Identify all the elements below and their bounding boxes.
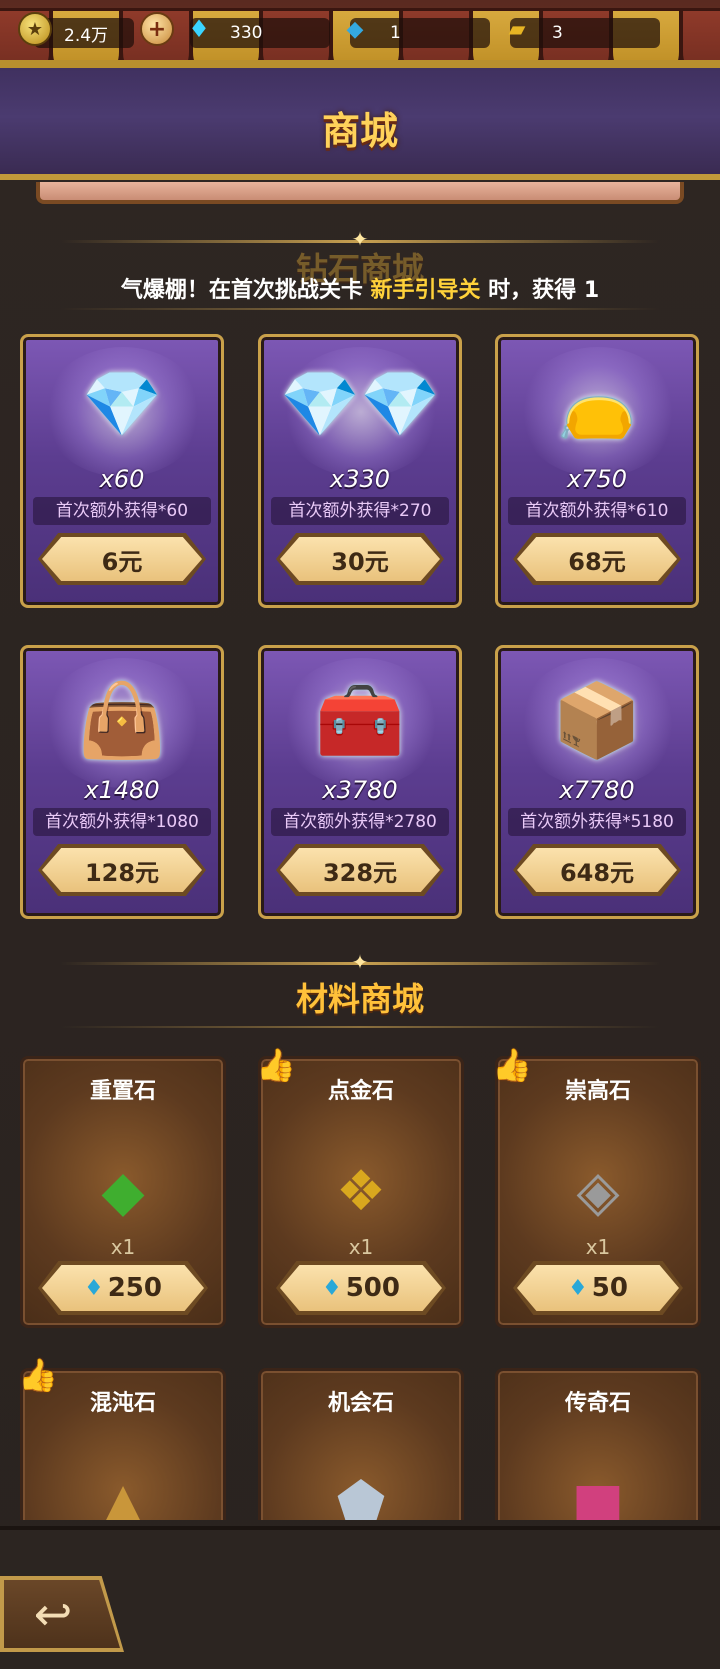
material-quantity: x1 bbox=[585, 1235, 611, 1259]
price-label: 128元 bbox=[42, 848, 202, 892]
material-quantity: x1 bbox=[110, 1235, 136, 1259]
material-card[interactable]: 机会石 ⬟ bbox=[258, 1368, 464, 1520]
material-card[interactable]: 崇高石 ◈ x1 ♦ 50 bbox=[495, 1056, 701, 1328]
material-quantity: x1 bbox=[348, 1235, 374, 1259]
buy-button[interactable]: 648元 bbox=[513, 844, 681, 896]
first-bonus-label: 首次额外获得*2780 bbox=[271, 808, 449, 836]
diamond-sack-icon: 👝 bbox=[557, 368, 637, 442]
scroll-area[interactable]: 2.4万 ★ + 330 ♦ 1 ◆ 3 ▰ 商城 ✦ 钻石商城 气爆棚！在首次… bbox=[0, 0, 720, 1520]
material-name: 传奇石 bbox=[564, 1391, 631, 1416]
thumbs-up-icon: 👍 bbox=[18, 1356, 58, 1394]
price-label: 68元 bbox=[517, 537, 677, 581]
exalted-stone-icon: ◈ bbox=[576, 1158, 620, 1224]
price-label: 30元 bbox=[280, 537, 440, 581]
material-name: 机会石 bbox=[327, 1391, 394, 1416]
pack-quantity: x750 bbox=[566, 465, 627, 493]
buy-button[interactable]: 30元 bbox=[276, 533, 444, 585]
material-card[interactable]: 重置石 ◆ x1 ♦ 250 bbox=[20, 1056, 226, 1328]
material-name: 重置石 bbox=[89, 1079, 156, 1104]
diamond-pack-card[interactable]: 🧰 x3780 首次额外获得*2780 328元 bbox=[258, 645, 462, 919]
section-divider bbox=[60, 1026, 660, 1028]
diamond-pack-card[interactable]: 👜 x1480 首次额外获得*1080 128元 bbox=[20, 645, 224, 919]
sparkle-icon: ✦ bbox=[351, 950, 369, 974]
thumbs-up-icon: 👍 bbox=[256, 1046, 296, 1084]
material-card[interactable]: 点金石 ❖ x1 ♦ 500 bbox=[258, 1056, 464, 1328]
fish-value: 1 bbox=[390, 23, 401, 43]
diamond-icon: 💎 bbox=[82, 368, 162, 442]
buy-button[interactable]: ♦ 500 bbox=[276, 1261, 446, 1315]
back-arrow-icon: ↩ bbox=[33, 1587, 73, 1641]
diamond-icon: ♦ bbox=[568, 1275, 588, 1301]
first-bonus-label: 首次额外获得*60 bbox=[33, 497, 211, 525]
reset-stone-icon: ◆ bbox=[101, 1158, 145, 1224]
diamond-chest-icon: 📦 bbox=[552, 678, 642, 762]
buy-button[interactable]: 328元 bbox=[276, 844, 444, 896]
buy-button[interactable]: ♦ 250 bbox=[38, 1261, 208, 1315]
ticket-icon: ▰ bbox=[508, 16, 526, 42]
coin-icon: ★ bbox=[18, 12, 52, 46]
first-bonus-label: 首次额外获得*610 bbox=[508, 497, 686, 525]
thumbs-up-icon: 👍 bbox=[492, 1046, 532, 1084]
buy-button[interactable]: ♦ 50 bbox=[513, 1261, 683, 1315]
page-title: 商城 bbox=[321, 109, 398, 153]
diamond-icon: ♦ bbox=[188, 15, 210, 43]
chaos-stone-icon: ▲ bbox=[101, 1470, 145, 1521]
pack-quantity: x7780 bbox=[559, 776, 635, 804]
title-underbar bbox=[36, 182, 684, 204]
gold-value: 2.4万 bbox=[64, 25, 109, 46]
marquee-suffix: 时，获得 1 bbox=[480, 278, 600, 303]
pack-quantity: x1480 bbox=[84, 776, 160, 804]
pack-quantity: x3780 bbox=[322, 776, 398, 804]
first-bonus-label: 首次额外获得*5180 bbox=[508, 808, 686, 836]
resource-bar: 2.4万 ★ + 330 ♦ 1 ◆ 3 ▰ bbox=[0, 12, 720, 58]
announcement-marquee: 气爆棚！在首次挑战关卡 新手引导关 时，获得 1 bbox=[100, 272, 620, 308]
material-shop-title: 材料商城 bbox=[295, 980, 424, 1018]
diamond-pack-card[interactable]: 👝 x750 首次额外获得*610 68元 bbox=[495, 334, 699, 608]
plus-icon[interactable]: + bbox=[140, 12, 174, 46]
marquee-prefix: 气爆棚！在首次挑战关卡 bbox=[120, 278, 371, 303]
buy-button[interactable]: 6元 bbox=[38, 533, 206, 585]
price-label: 500 bbox=[345, 1273, 400, 1303]
diamond-value: 330 bbox=[230, 23, 263, 43]
buy-button[interactable]: 128元 bbox=[38, 844, 206, 896]
ticket-value: 3 bbox=[552, 23, 563, 43]
first-bonus-label: 首次额外获得*1080 bbox=[33, 808, 211, 836]
pack-quantity: x60 bbox=[99, 465, 145, 493]
buy-button[interactable]: 68元 bbox=[513, 533, 681, 585]
diamond-crate-icon: 🧰 bbox=[315, 678, 405, 762]
diamond-icon: ♦ bbox=[83, 1275, 104, 1301]
diamond-pack-card[interactable]: 📦 x7780 首次额外获得*5180 648元 bbox=[495, 645, 699, 919]
material-card[interactable]: 传奇石 ■ bbox=[495, 1368, 701, 1520]
first-bonus-label: 首次额外获得*270 bbox=[271, 497, 449, 525]
price-label: 250 bbox=[107, 1273, 162, 1303]
diamond-bag-icon: 👜 bbox=[77, 678, 167, 762]
diamond-pack-card[interactable]: 💎💎 x330 首次额外获得*270 30元 bbox=[258, 334, 462, 608]
diamond-pack-card[interactable]: 💎 x60 首次额外获得*60 6元 bbox=[20, 334, 224, 608]
fish-icon: ◆ bbox=[346, 16, 364, 42]
price-label: 6元 bbox=[42, 537, 202, 581]
marquee-highlight: 新手引导关 bbox=[370, 278, 481, 303]
diamond-pile-icon: 💎💎 bbox=[280, 368, 440, 442]
diamond-icon: ♦ bbox=[321, 1275, 342, 1301]
pack-quantity: x330 bbox=[329, 465, 390, 493]
gold-stone-icon: ❖ bbox=[335, 1158, 387, 1224]
legend-stone-icon: ■ bbox=[571, 1470, 625, 1521]
chance-stone-icon: ⬟ bbox=[336, 1470, 386, 1521]
price-label: 648元 bbox=[517, 848, 677, 892]
price-label: 50 bbox=[591, 1273, 628, 1303]
section-divider bbox=[60, 308, 660, 310]
price-label: 328元 bbox=[280, 848, 440, 892]
